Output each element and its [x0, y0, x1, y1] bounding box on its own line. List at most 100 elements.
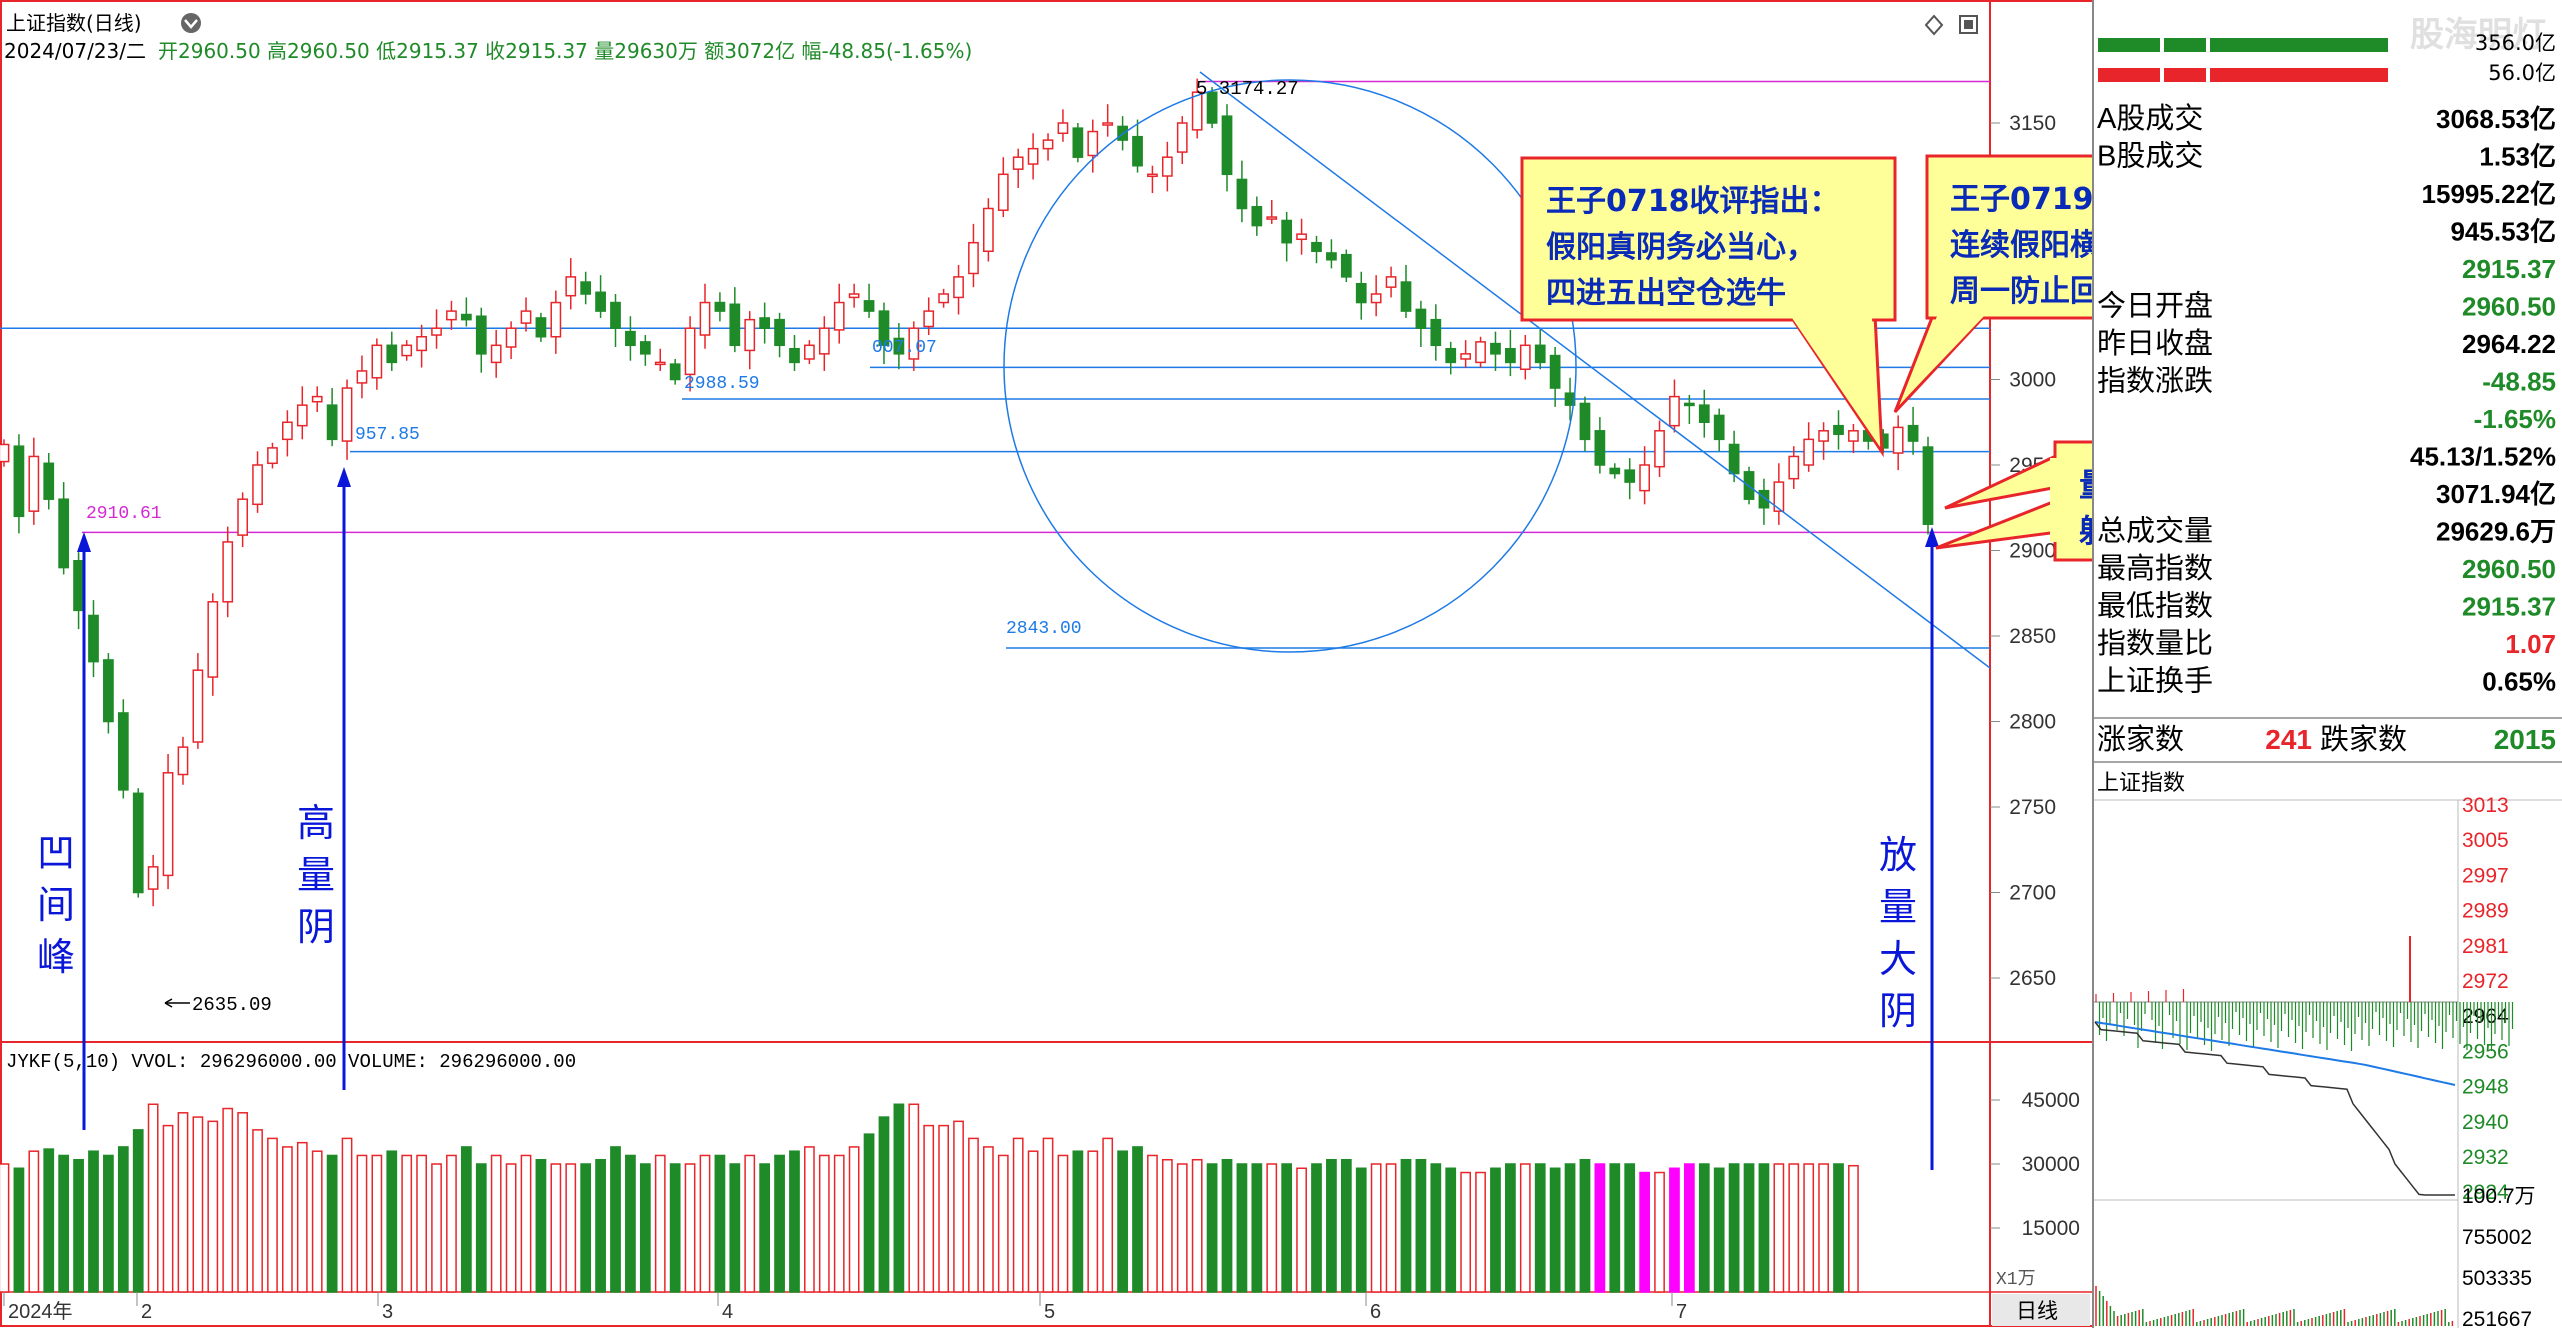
quote-row-value: 1.53亿 — [2479, 142, 2556, 172]
volume-bar — [625, 1154, 636, 1293]
mini-axis-label: 2932 — [2462, 1146, 2509, 1169]
volume-bar — [863, 1133, 875, 1293]
volume-bar — [58, 1154, 70, 1293]
candle-body — [684, 327, 696, 376]
candle-body — [1415, 308, 1427, 329]
volume-bar — [1758, 1163, 1770, 1293]
quote-row-value: 1.07 — [2505, 629, 2556, 659]
volume-bar — [117, 1146, 129, 1293]
volume-bar — [1281, 1163, 1293, 1293]
candle-body — [759, 317, 771, 329]
volume-bar — [1296, 1167, 1307, 1293]
volume-bar — [595, 1158, 606, 1293]
volume-bar — [699, 1154, 711, 1293]
price-tick-label: 2750 — [2009, 796, 2056, 819]
candle-body — [1639, 464, 1650, 492]
mini-axis-label: 3013 — [2462, 794, 2509, 817]
mini-vol-label: 503335 — [2462, 1267, 2532, 1290]
level-2843-label: 2843.00 — [1006, 619, 1082, 639]
quote-row-value: 45.13/1.52% — [2410, 442, 2556, 472]
candle-body — [1340, 253, 1352, 278]
volume-bar — [1654, 1171, 1665, 1293]
volume-bar — [1505, 1163, 1516, 1293]
volume-bar — [1012, 1137, 1024, 1293]
candle-body — [1460, 353, 1472, 360]
volume-tick-label: 15000 — [2022, 1217, 2080, 1240]
volume-bar — [1132, 1146, 1143, 1293]
volume-bar — [729, 1163, 741, 1293]
quote-row-label: 昨日收盘 — [2097, 327, 2213, 360]
quote-row-value: 0.65% — [2482, 667, 2556, 697]
volume-bar — [744, 1154, 756, 1293]
annotation-char: 量 — [1879, 887, 1917, 929]
volume-bar — [1340, 1158, 1352, 1293]
level-2957-label: 957.85 — [355, 425, 420, 445]
volume-bar — [818, 1154, 830, 1293]
candle-body — [1505, 347, 1516, 364]
volume-bar — [416, 1154, 427, 1293]
candle-body — [625, 330, 636, 347]
mini-chart-title[interactable]: 上证指数 — [2097, 771, 2185, 796]
candle-body — [177, 746, 189, 776]
volume-bar — [1042, 1137, 1054, 1293]
volume-bar — [1161, 1158, 1173, 1293]
volume-bar — [610, 1146, 621, 1293]
candle-body — [222, 541, 234, 603]
price-tick-label: 3150 — [2009, 112, 2056, 135]
candle-body — [431, 327, 442, 336]
candle-body — [1326, 252, 1337, 261]
volume-bar — [1803, 1163, 1815, 1293]
annotation-char: 阴 — [297, 907, 335, 949]
volume-bar — [1564, 1163, 1576, 1293]
candle-body — [162, 772, 174, 877]
candle-body — [490, 344, 502, 364]
volume-bar — [1430, 1163, 1442, 1293]
volume-tick-label: 30000 — [2022, 1153, 2080, 1176]
month-label: 3 — [382, 1301, 393, 1323]
candle-body — [1296, 233, 1307, 241]
volume-bar — [103, 1154, 114, 1293]
volume-bar — [401, 1154, 413, 1293]
candle-body — [1385, 276, 1397, 288]
callout-line: 假阳真阴务必当心， — [1546, 230, 1816, 265]
swing-high-label: 5 3174.27 — [1196, 78, 1299, 100]
chart-title[interactable]: 上证指数(日线) — [6, 11, 142, 35]
candle-body — [654, 361, 666, 366]
price-tick-label: 2650 — [2009, 967, 2056, 990]
candle-body — [1370, 293, 1382, 304]
volume-bar — [1818, 1163, 1829, 1293]
candle-body — [267, 447, 278, 465]
candle-body — [296, 404, 308, 427]
candle-body — [923, 310, 935, 328]
volume-bar — [893, 1103, 905, 1293]
candle-body — [1892, 426, 1904, 454]
volume-bar — [1609, 1163, 1621, 1293]
volume-bar — [252, 1129, 263, 1293]
header-date: 2024/07/23/二 — [4, 39, 146, 63]
level-2910-label: 2910.61 — [86, 504, 162, 524]
down-count: 2015 — [2494, 724, 2556, 755]
candle-body — [1147, 173, 1158, 178]
volume-tick-label: 45000 — [2022, 1089, 2080, 1112]
mini-axis-label: 2948 — [2462, 1076, 2509, 1099]
candle-body — [818, 327, 830, 355]
mini-vol-label: 755002 — [2462, 1226, 2532, 1249]
volume-bar — [1683, 1163, 1695, 1293]
volume-bar — [1519, 1163, 1531, 1293]
candle-body — [237, 498, 249, 536]
candle-body — [565, 276, 577, 297]
volume-bar — [535, 1158, 547, 1293]
volume-bar — [386, 1150, 398, 1293]
up-count-label: 涨家数 — [2097, 722, 2184, 756]
candle-body — [1161, 156, 1173, 177]
volume-bar — [431, 1163, 442, 1293]
mini-axis-label: 2997 — [2462, 864, 2509, 887]
title-dropdown-icon[interactable] — [181, 13, 201, 33]
volume-bar — [1221, 1158, 1233, 1293]
volume-bar — [13, 1167, 25, 1293]
candle-body — [103, 659, 114, 723]
volume-bar — [222, 1107, 234, 1293]
candle-body — [550, 301, 562, 338]
callout-line: 四进五出空仓选牛 — [1546, 276, 1786, 311]
candle-body — [1713, 414, 1725, 441]
